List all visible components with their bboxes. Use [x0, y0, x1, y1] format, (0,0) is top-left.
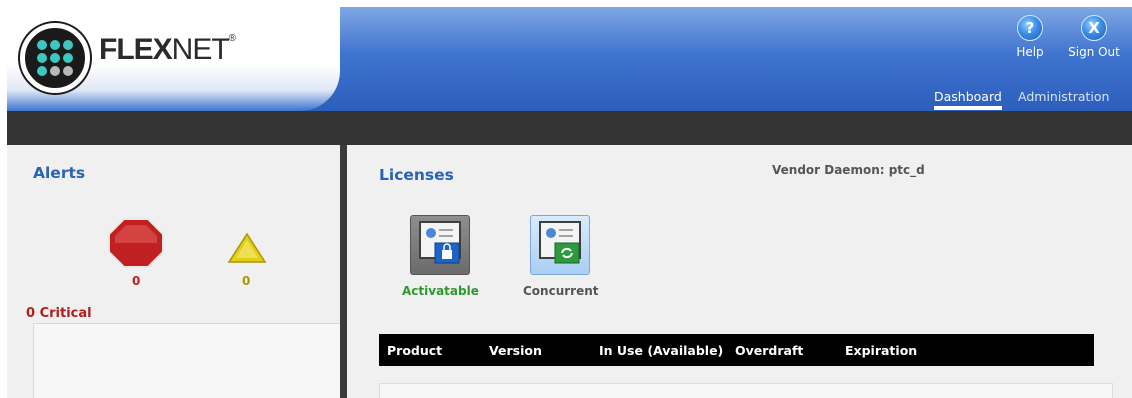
critical-summary: 0 Critical [26, 306, 92, 321]
column-version[interactable]: Version [489, 343, 542, 358]
licenses-table-body [379, 383, 1113, 398]
certificate-lock-icon [419, 221, 461, 264]
critical-count: 0 [132, 274, 141, 288]
column-in-use[interactable]: In Use (Available) [599, 343, 723, 358]
close-icon: X [1081, 15, 1107, 41]
alerts-title: Alerts [33, 164, 86, 182]
concurrent-button[interactable] [530, 215, 590, 275]
certificate-sync-icon [539, 221, 581, 264]
column-expiration[interactable]: Expiration [845, 343, 917, 358]
tab-administration[interactable]: Administration [1018, 89, 1109, 104]
help-icon: ? [1017, 15, 1043, 41]
warning-count: 0 [242, 274, 251, 288]
help-button[interactable]: ? Help [1002, 15, 1058, 59]
licenses-table-header: Product Version In Use (Available) Overd… [379, 334, 1094, 366]
help-label: Help [1016, 45, 1044, 59]
sign-out-button[interactable]: X Sign Out [1066, 15, 1122, 59]
concurrent-label[interactable]: Concurrent [523, 284, 599, 298]
column-product[interactable]: Product [387, 343, 442, 358]
toolbar-strip [7, 111, 1132, 145]
critical-stop-icon[interactable] [107, 217, 165, 269]
app-header: FLEXNET® ? Help X Sign Out Dashboard Adm… [7, 7, 1132, 111]
activatable-button[interactable] [410, 215, 470, 275]
warning-triangle-icon[interactable] [227, 232, 267, 264]
sign-out-label: Sign Out [1068, 45, 1120, 59]
panel-divider [340, 145, 347, 398]
brand-wordmark: FLEXNET® [99, 33, 236, 66]
vendor-daemon-label: Vendor Daemon: ptc_d [772, 163, 925, 177]
activatable-label[interactable]: Activatable [402, 284, 479, 298]
flexnet-logo-icon [20, 23, 90, 93]
column-overdraft[interactable]: Overdraft [735, 343, 803, 358]
alerts-list [33, 323, 342, 398]
flexnet-dashboard: FLEXNET® ? Help X Sign Out Dashboard Adm… [0, 0, 1132, 398]
licenses-title: Licenses [379, 166, 454, 184]
tab-dashboard[interactable]: Dashboard [934, 89, 1002, 110]
logo-area: FLEXNET® [7, 7, 340, 111]
